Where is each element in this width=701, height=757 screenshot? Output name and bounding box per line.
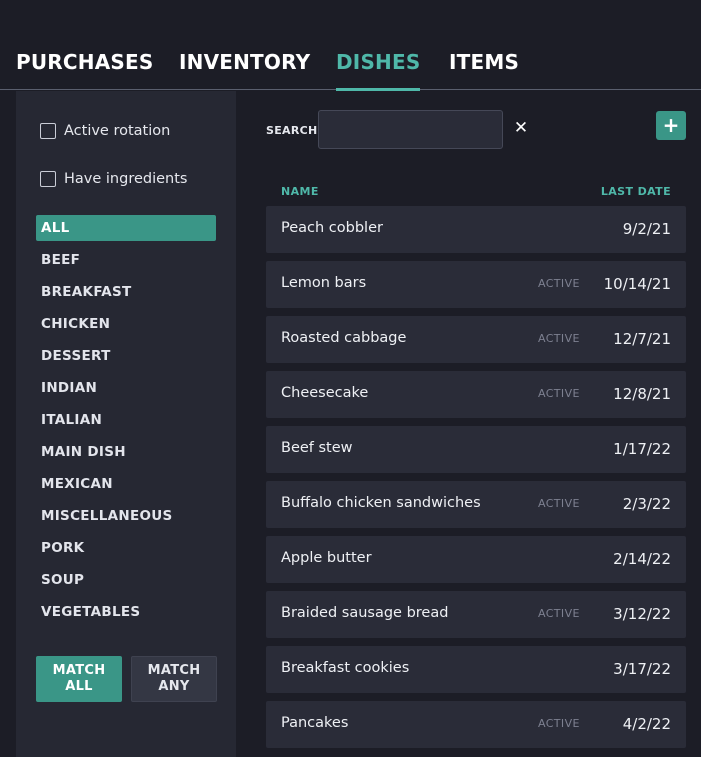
dish-last-date: 2/14/22 bbox=[613, 550, 671, 568]
category-breakfast[interactable]: BREAKFAST bbox=[36, 279, 216, 305]
table-row[interactable]: Cheesecake ACTIVE 12/8/21 bbox=[266, 371, 686, 418]
table-row[interactable]: Braided sausage bread ACTIVE 3/12/22 bbox=[266, 591, 686, 638]
match-all-button[interactable]: MATCH ALL bbox=[36, 656, 122, 702]
status-badge: ACTIVE bbox=[538, 387, 580, 400]
category-pork[interactable]: PORK bbox=[36, 535, 216, 561]
dish-list: Peach cobbler 9/2/21 Lemon bars ACTIVE 1… bbox=[266, 206, 686, 756]
category-italian[interactable]: ITALIAN bbox=[36, 407, 216, 433]
status-badge: ACTIVE bbox=[538, 497, 580, 510]
tab-items[interactable]: ITEMS bbox=[449, 50, 519, 90]
dish-last-date: 9/2/21 bbox=[622, 220, 671, 238]
search-label: SEARCH bbox=[266, 124, 318, 137]
match-any-line1: MATCH bbox=[147, 663, 201, 678]
category-dessert[interactable]: DESSERT bbox=[36, 343, 216, 369]
status-badge: ACTIVE bbox=[538, 332, 580, 345]
column-header-last-date[interactable]: LAST DATE bbox=[601, 185, 671, 198]
dish-last-date: 10/14/21 bbox=[603, 275, 671, 293]
dish-name: Roasted cabbage bbox=[281, 330, 407, 346]
category-beef[interactable]: BEEF bbox=[36, 247, 216, 273]
search-input[interactable] bbox=[318, 110, 503, 149]
tab-dishes[interactable]: DISHES bbox=[336, 50, 421, 91]
dish-name: Lemon bars bbox=[281, 275, 367, 291]
category-list: ALL BEEF BREAKFAST CHICKEN DESSERT INDIA… bbox=[36, 215, 216, 631]
tab-inventory[interactable]: INVENTORY bbox=[179, 50, 310, 90]
top-nav: PURCHASES INVENTORY DISHES ITEMS bbox=[0, 0, 701, 91]
dish-name: Beef stew bbox=[281, 440, 353, 456]
dish-name: Pancakes bbox=[281, 715, 349, 731]
close-icon[interactable]: ✕ bbox=[512, 118, 530, 138]
have-ingredients-filter[interactable]: Have ingredients bbox=[40, 169, 187, 189]
dish-last-date: 12/8/21 bbox=[613, 385, 671, 403]
dish-last-date: 2/3/22 bbox=[622, 495, 671, 513]
status-badge: ACTIVE bbox=[538, 277, 580, 290]
add-dish-button[interactable]: + bbox=[656, 111, 686, 140]
table-row[interactable]: Peach cobbler 9/2/21 bbox=[266, 206, 686, 253]
table-row[interactable]: Beef stew 1/17/22 bbox=[266, 426, 686, 473]
dish-name: Breakfast cookies bbox=[281, 660, 410, 676]
column-header-name[interactable]: NAME bbox=[281, 185, 319, 198]
table-row[interactable]: Buffalo chicken sandwiches ACTIVE 2/3/22 bbox=[266, 481, 686, 528]
filter-sidebar: Active rotation Have ingredients ALL BEE… bbox=[16, 91, 236, 757]
category-miscellaneous[interactable]: MISCELLANEOUS bbox=[36, 503, 216, 529]
active-rotation-checkbox[interactable] bbox=[40, 123, 56, 139]
category-mexican[interactable]: MEXICAN bbox=[36, 471, 216, 497]
dish-name: Braided sausage bread bbox=[281, 605, 449, 621]
status-badge: ACTIVE bbox=[538, 717, 580, 730]
status-badge: ACTIVE bbox=[538, 607, 580, 620]
dish-last-date: 4/2/22 bbox=[622, 715, 671, 733]
dish-name: Peach cobbler bbox=[281, 220, 383, 236]
category-soup[interactable]: SOUP bbox=[36, 567, 216, 593]
active-rotation-filter[interactable]: Active rotation bbox=[40, 121, 170, 141]
table-row[interactable]: Lemon bars ACTIVE 10/14/21 bbox=[266, 261, 686, 308]
dish-last-date: 1/17/22 bbox=[613, 440, 671, 458]
dish-name: Apple butter bbox=[281, 550, 372, 566]
match-all-line2: ALL bbox=[65, 679, 93, 694]
category-chicken[interactable]: CHICKEN bbox=[36, 311, 216, 337]
active-rotation-label: Active rotation bbox=[64, 123, 171, 139]
match-any-button[interactable]: MATCH ANY bbox=[131, 656, 217, 702]
have-ingredients-label: Have ingredients bbox=[64, 171, 188, 187]
dish-name: Cheesecake bbox=[281, 385, 369, 401]
category-all[interactable]: ALL bbox=[36, 215, 216, 241]
dish-name: Buffalo chicken sandwiches bbox=[281, 495, 481, 511]
category-main-dish[interactable]: MAIN DISH bbox=[36, 439, 216, 465]
have-ingredients-checkbox[interactable] bbox=[40, 171, 56, 187]
table-row[interactable]: Breakfast cookies 3/17/22 bbox=[266, 646, 686, 693]
table-row[interactable]: Roasted cabbage ACTIVE 12/7/21 bbox=[266, 316, 686, 363]
category-vegetables[interactable]: VEGETABLES bbox=[36, 599, 216, 625]
table-row[interactable]: Apple butter 2/14/22 bbox=[266, 536, 686, 583]
dish-last-date: 3/12/22 bbox=[613, 605, 671, 623]
match-all-line1: MATCH bbox=[52, 663, 106, 678]
match-any-line2: ANY bbox=[158, 679, 190, 694]
dish-last-date: 12/7/21 bbox=[613, 330, 671, 348]
table-row[interactable]: Pancakes ACTIVE 4/2/22 bbox=[266, 701, 686, 748]
tab-purchases[interactable]: PURCHASES bbox=[16, 50, 153, 90]
category-indian[interactable]: INDIAN bbox=[36, 375, 216, 401]
dish-last-date: 3/17/22 bbox=[613, 660, 671, 678]
